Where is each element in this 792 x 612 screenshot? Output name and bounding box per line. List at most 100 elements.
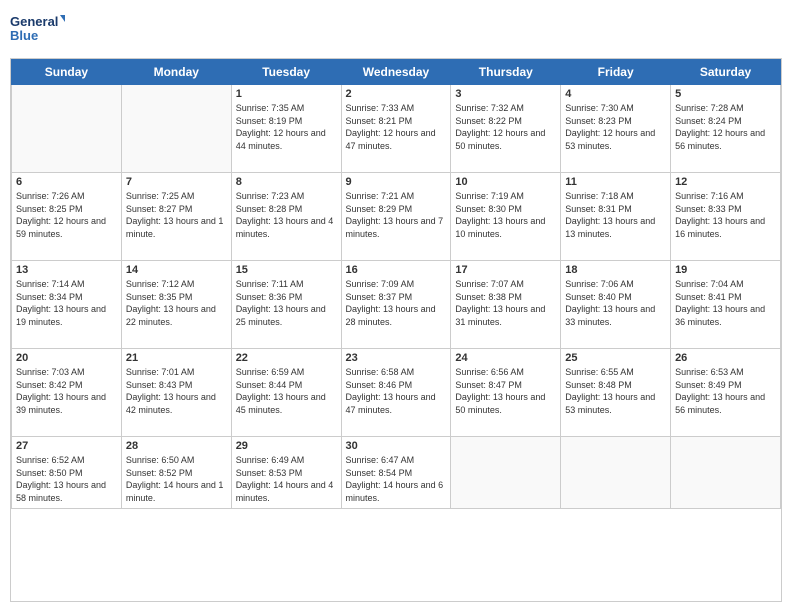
day-info: Sunrise: 7:32 AM Sunset: 8:22 PM Dayligh… — [455, 102, 556, 152]
day-cell-4-2: 29Sunrise: 6:49 AM Sunset: 8:53 PM Dayli… — [231, 437, 341, 509]
day-info: Sunrise: 6:52 AM Sunset: 8:50 PM Dayligh… — [16, 454, 117, 504]
day-info: Sunrise: 6:47 AM Sunset: 8:54 PM Dayligh… — [346, 454, 447, 504]
day-cell-4-0: 27 Sunrise: 6:52 AM Sunset: 8:50 PM Dayli… — [12, 437, 122, 509]
day-cell-1-6: 12Sunrise: 7:16 AM Sunset: 8:33 PM Dayli… — [671, 173, 781, 261]
day-number: 26 — [675, 352, 776, 364]
day-number: 6 — [16, 176, 117, 188]
day-cell-2-2: 15 Sunrise: 7:11 AM Sunset: 8:36 PM Dayli… — [231, 261, 341, 349]
day-number: 3 — [455, 88, 556, 100]
day-number: 22 — [236, 352, 337, 364]
day-cell-3-3: 23 Sunrise: 6:58 AM Sunset: 8:46 PM Dayli… — [341, 349, 451, 437]
day-number: 12 — [675, 176, 776, 188]
week-row-3: 13 Sunrise: 7:14 AM Sunset: 8:34 PM Dayli… — [12, 261, 781, 349]
day-cell-0-2: 1 Sunrise: 7:35 AM Sunset: 8:19 PM Daylig… — [231, 85, 341, 173]
day-number: 27 — [16, 440, 117, 452]
day-info: Sunrise: 7:35 AM Sunset: 8:19 PM Dayligh… — [236, 102, 337, 152]
svg-text:Blue: Blue — [10, 28, 38, 43]
day-cell-1-1: 7 Sunrise: 7:25 AM Sunset: 8:27 PM Daylig… — [121, 173, 231, 261]
calendar-body: 1 Sunrise: 7:35 AM Sunset: 8:19 PM Daylig… — [12, 85, 781, 509]
day-info: Sunrise: 7:09 AM Sunset: 8:37 PM Dayligh… — [346, 278, 447, 328]
week-row-2: 6Sunrise: 7:26 AM Sunset: 8:25 PM Daylig… — [12, 173, 781, 261]
day-info: Sunrise: 7:33 AM Sunset: 8:21 PM Dayligh… — [346, 102, 447, 152]
day-number: 8 — [236, 176, 337, 188]
day-cell-3-4: 24 Sunrise: 6:56 AM Sunset: 8:47 PM Dayli… — [451, 349, 561, 437]
day-info: Sunrise: 7:18 AM Sunset: 8:31 PM Dayligh… — [565, 190, 666, 240]
day-info: Sunrise: 6:55 AM Sunset: 8:48 PM Dayligh… — [565, 366, 666, 416]
day-number: 24 — [455, 352, 556, 364]
day-number: 14 — [126, 264, 227, 276]
day-info: Sunrise: 6:58 AM Sunset: 8:46 PM Dayligh… — [346, 366, 447, 416]
day-cell-2-1: 14Sunrise: 7:12 AM Sunset: 8:35 PM Dayli… — [121, 261, 231, 349]
day-info: Sunrise: 7:30 AM Sunset: 8:23 PM Dayligh… — [565, 102, 666, 152]
logo: General Blue — [10, 10, 65, 50]
day-cell-0-0 — [12, 85, 122, 173]
day-number: 20 — [16, 352, 117, 364]
day-cell-2-0: 13 Sunrise: 7:14 AM Sunset: 8:34 PM Dayli… — [12, 261, 122, 349]
day-cell-2-3: 16 Sunrise: 7:09 AM Sunset: 8:37 PM Dayli… — [341, 261, 451, 349]
day-cell-3-6: 26 Sunrise: 6:53 AM Sunset: 8:49 PM Dayli… — [671, 349, 781, 437]
day-info: Sunrise: 6:49 AM Sunset: 8:53 PM Dayligh… — [236, 454, 337, 504]
day-cell-3-0: 20 Sunrise: 7:03 AM Sunset: 8:42 PM Dayli… — [12, 349, 122, 437]
day-cell-1-2: 8 Sunrise: 7:23 AM Sunset: 8:28 PM Daylig… — [231, 173, 341, 261]
day-info: Sunrise: 7:07 AM Sunset: 8:38 PM Dayligh… — [455, 278, 556, 328]
day-info: Sunrise: 7:19 AM Sunset: 8:30 PM Dayligh… — [455, 190, 556, 240]
calendar: SundayMondayTuesdayWednesdayThursdayFrid… — [10, 58, 782, 602]
day-cell-1-0: 6Sunrise: 7:26 AM Sunset: 8:25 PM Daylig… — [12, 173, 122, 261]
day-info: Sunrise: 7:11 AM Sunset: 8:36 PM Dayligh… — [236, 278, 337, 328]
day-number: 23 — [346, 352, 447, 364]
day-number: 15 — [236, 264, 337, 276]
page: General Blue SundayMondayTuesdayWednesda… — [0, 0, 792, 612]
calendar-table: SundayMondayTuesdayWednesdayThursdayFrid… — [11, 59, 781, 509]
day-info: Sunrise: 6:59 AM Sunset: 8:44 PM Dayligh… — [236, 366, 337, 416]
day-info: Sunrise: 7:28 AM Sunset: 8:24 PM Dayligh… — [675, 102, 776, 152]
day-number: 10 — [455, 176, 556, 188]
day-number: 16 — [346, 264, 447, 276]
day-header-thursday: Thursday — [451, 60, 561, 85]
day-header-tuesday: Tuesday — [231, 60, 341, 85]
day-number: 13 — [16, 264, 117, 276]
day-info: Sunrise: 7:06 AM Sunset: 8:40 PM Dayligh… — [565, 278, 666, 328]
day-info: Sunrise: 7:14 AM Sunset: 8:34 PM Dayligh… — [16, 278, 117, 328]
day-number: 28 — [126, 440, 227, 452]
week-row-1: 1 Sunrise: 7:35 AM Sunset: 8:19 PM Daylig… — [12, 85, 781, 173]
week-row-4: 20 Sunrise: 7:03 AM Sunset: 8:42 PM Dayli… — [12, 349, 781, 437]
logo-svg: General Blue — [10, 10, 65, 50]
day-cell-4-5 — [561, 437, 671, 509]
day-number: 19 — [675, 264, 776, 276]
day-cell-1-3: 9 Sunrise: 7:21 AM Sunset: 8:29 PM Daylig… — [341, 173, 451, 261]
day-header-monday: Monday — [121, 60, 231, 85]
day-cell-0-4: 3 Sunrise: 7:32 AM Sunset: 8:22 PM Daylig… — [451, 85, 561, 173]
day-cell-2-6: 19 Sunrise: 7:04 AM Sunset: 8:41 PM Dayli… — [671, 261, 781, 349]
day-number: 11 — [565, 176, 666, 188]
day-info: Sunrise: 7:04 AM Sunset: 8:41 PM Dayligh… — [675, 278, 776, 328]
day-number: 21 — [126, 352, 227, 364]
day-cell-3-2: 22 Sunrise: 6:59 AM Sunset: 8:44 PM Dayli… — [231, 349, 341, 437]
day-number: 18 — [565, 264, 666, 276]
day-number: 17 — [455, 264, 556, 276]
day-cell-4-3: 30 Sunrise: 6:47 AM Sunset: 8:54 PM Dayli… — [341, 437, 451, 509]
day-number: 9 — [346, 176, 447, 188]
day-cell-1-5: 11 Sunrise: 7:18 AM Sunset: 8:31 PM Dayli… — [561, 173, 671, 261]
day-info: Sunrise: 6:50 AM Sunset: 8:52 PM Dayligh… — [126, 454, 227, 504]
day-number: 25 — [565, 352, 666, 364]
day-cell-0-3: 2 Sunrise: 7:33 AM Sunset: 8:21 PM Daylig… — [341, 85, 451, 173]
day-number: 30 — [346, 440, 447, 452]
day-info: Sunrise: 6:56 AM Sunset: 8:47 PM Dayligh… — [455, 366, 556, 416]
svg-text:General: General — [10, 14, 58, 29]
day-cell-2-5: 18 Sunrise: 7:06 AM Sunset: 8:40 PM Dayli… — [561, 261, 671, 349]
day-header-wednesday: Wednesday — [341, 60, 451, 85]
day-number: 4 — [565, 88, 666, 100]
day-info: Sunrise: 7:25 AM Sunset: 8:27 PM Dayligh… — [126, 190, 227, 240]
day-number: 7 — [126, 176, 227, 188]
day-number: 1 — [236, 88, 337, 100]
day-info: Sunrise: 7:21 AM Sunset: 8:29 PM Dayligh… — [346, 190, 447, 240]
day-info: Sunrise: 7:23 AM Sunset: 8:28 PM Dayligh… — [236, 190, 337, 240]
day-number: 2 — [346, 88, 447, 100]
day-cell-2-4: 17 Sunrise: 7:07 AM Sunset: 8:38 PM Dayli… — [451, 261, 561, 349]
day-info: Sunrise: 6:53 AM Sunset: 8:49 PM Dayligh… — [675, 366, 776, 416]
day-info: Sunrise: 7:01 AM Sunset: 8:43 PM Dayligh… — [126, 366, 227, 416]
day-info: Sunrise: 7:03 AM Sunset: 8:42 PM Dayligh… — [16, 366, 117, 416]
day-number: 5 — [675, 88, 776, 100]
day-cell-4-6 — [671, 437, 781, 509]
week-row-5: 27 Sunrise: 6:52 AM Sunset: 8:50 PM Dayli… — [12, 437, 781, 509]
